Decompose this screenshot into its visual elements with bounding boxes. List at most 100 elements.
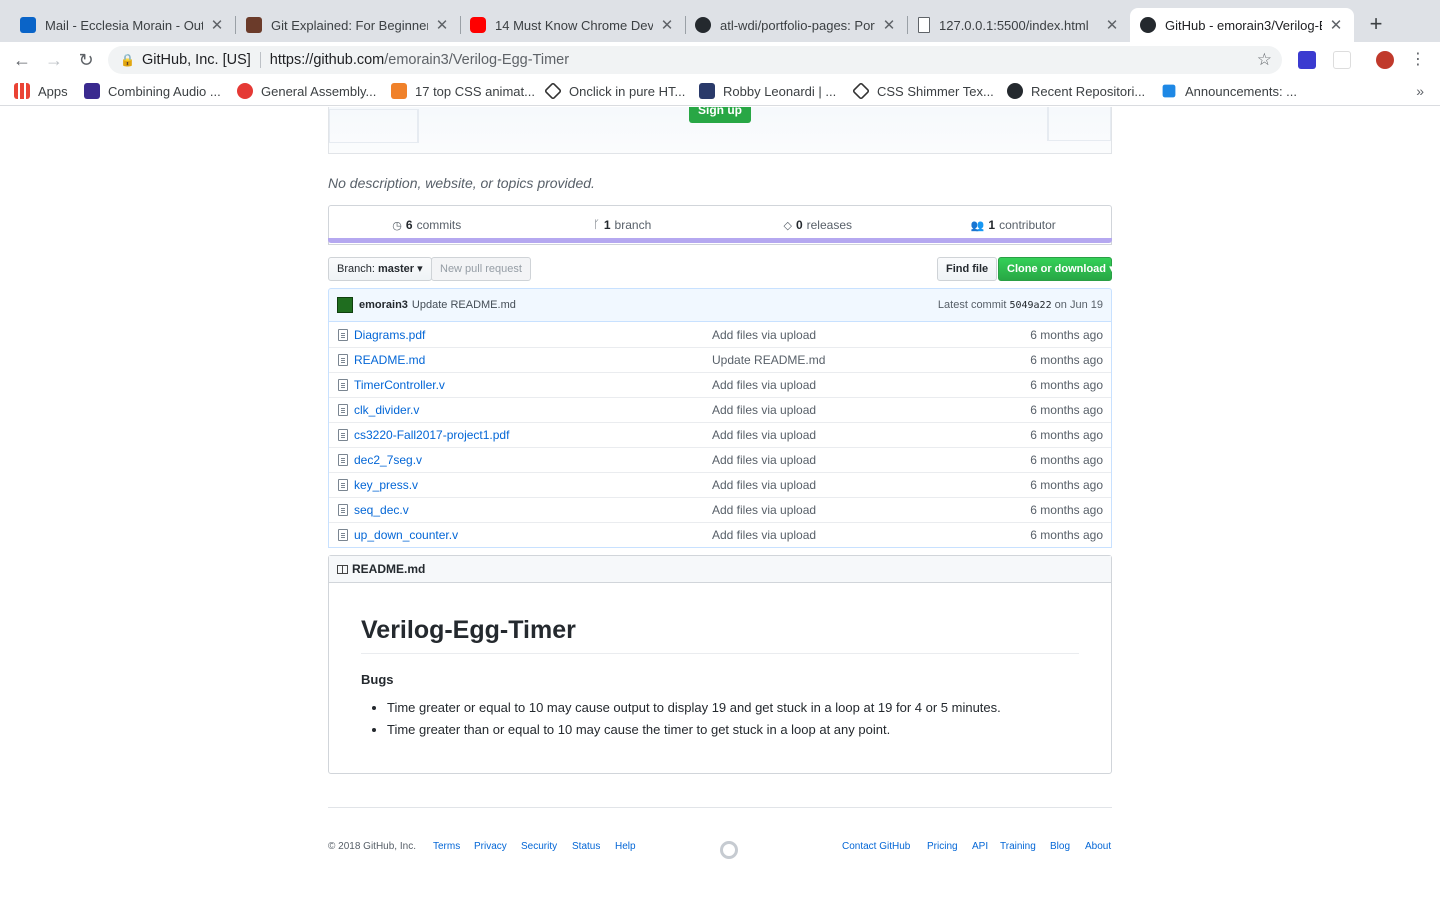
footer-link-about[interactable]: About bbox=[1085, 841, 1111, 852]
forward-button[interactable]: → bbox=[42, 48, 66, 72]
eyedropper-extension-icon[interactable] bbox=[1333, 51, 1351, 69]
clone-download-button[interactable]: Clone or download ▾ bbox=[998, 257, 1115, 281]
file-icon bbox=[338, 454, 348, 466]
bookmark-css-animations[interactable]: 17 top CSS animat... bbox=[391, 83, 535, 99]
file-name-link[interactable]: key_press.v bbox=[354, 478, 712, 492]
tab-youtube[interactable]: 14 Must Know Chrome Dev T ✕ bbox=[460, 8, 685, 42]
back-button[interactable]: ← bbox=[10, 48, 34, 72]
site-identity: GitHub, Inc. [US] bbox=[142, 52, 251, 68]
reload-button[interactable]: ↻ bbox=[74, 48, 98, 72]
file-commit-message[interactable]: Add files via upload bbox=[712, 328, 1001, 342]
table-row: seq_dec.v Add files via upload 6 months ag… bbox=[329, 497, 1111, 522]
file-name-link[interactable]: up_down_counter.v bbox=[354, 528, 712, 542]
banner-decoration bbox=[1047, 107, 1111, 141]
bookmark-star-icon[interactable]: ☆ bbox=[1257, 50, 1272, 70]
outlook-icon bbox=[20, 17, 36, 33]
bookmark-recent-repositories[interactable]: Recent Repositori... bbox=[1007, 83, 1145, 99]
file-commit-message[interactable]: Add files via upload bbox=[712, 453, 1001, 467]
page-content: Sign up No description, website, or topi… bbox=[0, 107, 1440, 900]
commit-author[interactable]: emorain3 bbox=[359, 299, 408, 311]
extension-icon[interactable] bbox=[1298, 51, 1316, 69]
footer-link-help[interactable]: Help bbox=[615, 841, 636, 852]
new-tab-button[interactable]: + bbox=[1364, 12, 1388, 36]
bookmarks-overflow-icon[interactable]: » bbox=[1416, 83, 1424, 99]
bookmark-general-assembly[interactable]: General Assembly... bbox=[237, 83, 376, 99]
close-tab-icon[interactable]: ✕ bbox=[881, 16, 897, 34]
latest-commit-bar: emorain3 Update README.md Latest commit … bbox=[328, 288, 1112, 322]
repo-description: No description, website, or topics provi… bbox=[328, 175, 595, 191]
table-row: clk_divider.v Add files via upload 6 month… bbox=[329, 397, 1111, 422]
footer-link-api[interactable]: API bbox=[972, 841, 988, 852]
file-icon bbox=[338, 504, 348, 516]
avatar[interactable] bbox=[337, 297, 353, 313]
commit-sha[interactable]: 5049a22 bbox=[1009, 300, 1051, 311]
bookmark-onclick-pure-html[interactable]: Onclick in pure HT... bbox=[543, 81, 685, 101]
file-icon bbox=[338, 429, 348, 441]
close-tab-icon[interactable]: ✕ bbox=[1104, 16, 1120, 34]
footer-link-contact[interactable]: Contact GitHub bbox=[842, 841, 910, 852]
footer-link-training[interactable]: Training bbox=[1000, 841, 1036, 852]
footer-link-status[interactable]: Status bbox=[572, 841, 600, 852]
file-name-link[interactable]: seq_dec.v bbox=[354, 503, 712, 517]
tab-mail[interactable]: Mail - Ecclesia Morain - Outl ✕ bbox=[10, 8, 235, 42]
branch-icon: ᚴ bbox=[593, 219, 600, 231]
file-commit-message[interactable]: Add files via upload bbox=[712, 378, 1001, 392]
bookmark-robby-leonardi[interactable]: Robby Leonardi | ... bbox=[699, 83, 836, 99]
file-name-link[interactable]: Diagrams.pdf bbox=[354, 328, 712, 342]
close-tab-icon[interactable]: ✕ bbox=[434, 16, 450, 34]
file-name-link[interactable]: README.md bbox=[354, 353, 712, 367]
tab-git-explained[interactable]: Git Explained: For Beginners ✕ bbox=[236, 8, 460, 42]
bookmark-icon bbox=[391, 83, 407, 99]
file-age: 6 months ago bbox=[1030, 403, 1103, 417]
footer-link-privacy[interactable]: Privacy bbox=[474, 841, 507, 852]
language-bar[interactable] bbox=[328, 238, 1112, 243]
omnibox-separator bbox=[259, 52, 261, 68]
file-commit-message[interactable]: Add files via upload bbox=[712, 478, 1001, 492]
sign-up-button[interactable]: Sign up bbox=[689, 107, 751, 123]
file-name-link[interactable]: cs3220-Fall2017-project1.pdf bbox=[354, 428, 712, 442]
bookmark-css-shimmer[interactable]: CSS Shimmer Tex... bbox=[851, 81, 994, 101]
tag-icon: ◇ bbox=[783, 219, 792, 232]
codepen-icon bbox=[851, 81, 871, 101]
file-commit-message[interactable]: Add files via upload bbox=[712, 428, 1001, 442]
tab-github-verilog[interactable]: GitHub - emorain3/Verilog-E ✕ bbox=[1130, 8, 1354, 42]
file-age: 6 months ago bbox=[1030, 453, 1103, 467]
file-commit-message[interactable]: Add files via upload bbox=[712, 528, 1001, 542]
readme-bug-list: Time greater or equal to 10 may cause ou… bbox=[361, 700, 1079, 738]
close-tab-icon[interactable]: ✕ bbox=[659, 16, 675, 34]
profile-avatar-icon[interactable] bbox=[1376, 51, 1394, 69]
latest-commit-info: Latest commit 5049a22 on Jun 19 bbox=[937, 299, 1103, 311]
signup-banner: Sign up bbox=[328, 107, 1112, 154]
footer-link-pricing[interactable]: Pricing bbox=[927, 841, 958, 852]
address-bar[interactable]: 🔒 GitHub, Inc. [US] https://github.com/e… bbox=[108, 46, 1282, 74]
file-icon bbox=[338, 529, 348, 541]
new-pull-request-button[interactable]: New pull request bbox=[431, 257, 531, 281]
bookmark-combining-audio[interactable]: Combining Audio ... bbox=[84, 83, 221, 99]
file-commit-message[interactable]: Update README.md bbox=[712, 353, 1001, 367]
file-name-link[interactable]: dec2_7seg.v bbox=[354, 453, 712, 467]
footer-link-blog[interactable]: Blog bbox=[1050, 841, 1070, 852]
commit-message[interactable]: Update README.md bbox=[412, 299, 516, 311]
file-commit-message[interactable]: Add files via upload bbox=[712, 503, 1001, 517]
find-file-button[interactable]: Find file bbox=[937, 257, 998, 281]
tab-localhost[interactable]: 127.0.0.1:5500/index.html ✕ bbox=[908, 8, 1130, 42]
close-tab-icon[interactable]: ✕ bbox=[1328, 16, 1344, 34]
file-age: 6 months ago bbox=[1030, 378, 1103, 392]
footer-link-security[interactable]: Security bbox=[521, 841, 557, 852]
file-name-link[interactable]: TimerController.v bbox=[354, 378, 712, 392]
tab-portfolio-pages[interactable]: atl-wdi/portfolio-pages: Port ✕ bbox=[685, 8, 907, 42]
table-row: up_down_counter.v Add files via upload 6 m… bbox=[329, 522, 1111, 547]
close-tab-icon[interactable]: ✕ bbox=[209, 16, 225, 34]
branch-select-button[interactable]: Branch: master ▾ bbox=[328, 257, 432, 281]
readme-header: README.md bbox=[329, 556, 1111, 583]
readme-title: Verilog-Egg-Timer bbox=[361, 616, 1079, 654]
book-icon bbox=[337, 564, 348, 574]
browser-menu-icon[interactable]: ⋮ bbox=[1406, 48, 1430, 72]
bookmark-announcements[interactable]: Announcements: ... bbox=[1161, 83, 1297, 99]
file-name-link[interactable]: clk_divider.v bbox=[354, 403, 712, 417]
file-commit-message[interactable]: Add files via upload bbox=[712, 403, 1001, 417]
github-mark-icon[interactable] bbox=[720, 841, 738, 859]
footer-link-terms[interactable]: Terms bbox=[433, 841, 460, 852]
bookmark-apps[interactable]: Apps bbox=[14, 83, 68, 99]
history-icon: ◷ bbox=[392, 219, 402, 232]
